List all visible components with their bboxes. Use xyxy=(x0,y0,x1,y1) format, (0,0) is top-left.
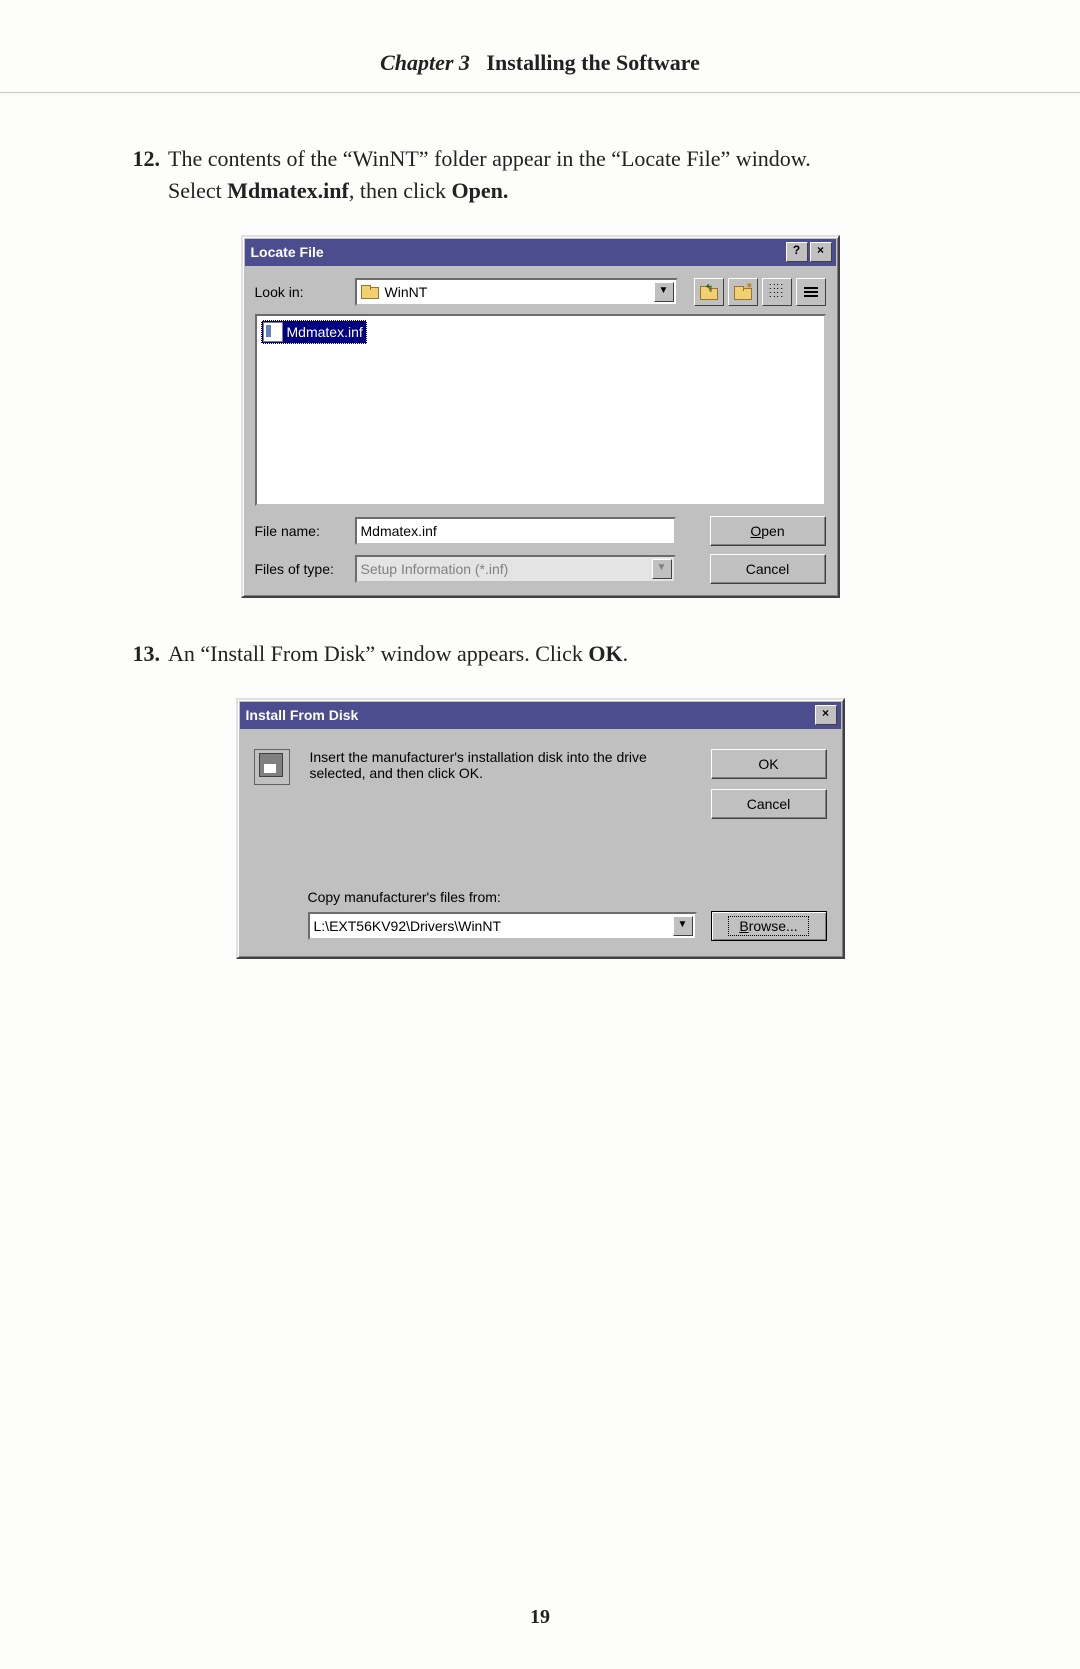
filetype-label: Files of type: xyxy=(255,561,345,577)
step-12: 12. The contents of the “WinNT” folder a… xyxy=(110,143,970,207)
close-button[interactable]: × xyxy=(810,242,832,262)
help-button[interactable]: ? xyxy=(786,242,808,262)
filename-value: Mdmatex.inf xyxy=(361,523,437,539)
t: OK xyxy=(588,641,622,666)
t: Select xyxy=(168,178,227,203)
chevron-down-icon[interactable]: ▼ xyxy=(654,282,674,302)
step-number: 12. xyxy=(110,143,168,207)
lookin-dropdown[interactable]: WinNT ▼ xyxy=(355,278,678,306)
t: An “Install From Disk” window appears. C… xyxy=(168,641,588,666)
filetype-dropdown: Setup Information (*.inf) ▼ xyxy=(355,555,676,583)
install-from-disk-dialog: Install From Disk × Insert the manufactu… xyxy=(236,698,845,959)
t: The contents of the “WinNT” folder appea… xyxy=(168,146,811,171)
step-text: An “Install From Disk” window appears. C… xyxy=(168,638,970,670)
lookin-value: WinNT xyxy=(385,284,648,300)
new-folder-icon: ✶ xyxy=(734,284,752,300)
browse-button[interactable]: Browse... xyxy=(711,911,827,941)
chapter-label: Chapter 3 xyxy=(380,50,470,75)
step-text: The contents of the “WinNT” folder appea… xyxy=(168,143,970,207)
up-folder-icon: ↰ xyxy=(700,284,718,300)
close-button[interactable]: × xyxy=(815,705,837,725)
new-folder-button[interactable]: ✶ xyxy=(728,278,758,306)
dialog-title: Locate File xyxy=(251,244,784,260)
file-item-label: Mdmatex.inf xyxy=(287,324,363,340)
copy-from-dropdown[interactable]: L:\EXT56KV92\Drivers\WinNT ▼ xyxy=(308,912,697,940)
locate-file-dialog: Locate File ? × Look in: WinNT ▼ xyxy=(241,235,840,598)
chevron-down-icon: ▼ xyxy=(652,559,672,579)
filename-label: File name: xyxy=(255,523,345,539)
rule xyxy=(0,92,1080,93)
dialog-title: Install From Disk xyxy=(246,707,813,723)
titlebar[interactable]: Install From Disk × xyxy=(240,702,841,729)
chapter-title: Installing the Software xyxy=(486,50,700,75)
titlebar[interactable]: Locate File ? × xyxy=(245,239,836,266)
list-view-icon: ∷∷∷∷ xyxy=(769,284,784,300)
floppy-disk-icon xyxy=(254,749,290,785)
inf-file-icon xyxy=(263,322,283,342)
install-message: Insert the manufacturer's installation d… xyxy=(310,749,691,781)
copy-from-value: L:\EXT56KV92\Drivers\WinNT xyxy=(314,918,667,934)
details-view-button[interactable] xyxy=(796,278,826,306)
list-view-button[interactable]: ∷∷∷∷ xyxy=(762,278,792,306)
step-13: 13. An “Install From Disk” window appear… xyxy=(110,638,970,670)
filetype-value: Setup Information (*.inf) xyxy=(361,561,646,577)
t: Mdmatex.inf xyxy=(227,178,349,203)
t: , then click xyxy=(349,178,452,203)
filename-input[interactable]: Mdmatex.inf xyxy=(355,517,676,545)
file-list[interactable]: Mdmatex.inf xyxy=(255,314,826,506)
t: . xyxy=(623,641,629,666)
details-view-icon xyxy=(804,287,818,297)
page-number: 19 xyxy=(0,1606,1080,1629)
step-number: 13. xyxy=(110,638,168,670)
copy-from-label: Copy manufacturer's files from: xyxy=(308,889,827,905)
up-one-level-button[interactable]: ↰ xyxy=(694,278,724,306)
file-item-selected[interactable]: Mdmatex.inf xyxy=(261,320,367,344)
cancel-button[interactable]: Cancel xyxy=(710,554,826,584)
t: Open. xyxy=(452,178,509,203)
folder-icon xyxy=(361,285,379,299)
lookin-label: Look in: xyxy=(255,284,345,300)
chapter-heading: Chapter 3 Installing the Software xyxy=(80,50,1000,76)
cancel-button[interactable]: Cancel xyxy=(711,789,827,819)
open-button[interactable]: Open xyxy=(710,516,826,546)
chevron-down-icon[interactable]: ▼ xyxy=(673,916,693,936)
ok-button[interactable]: OK xyxy=(711,749,827,779)
